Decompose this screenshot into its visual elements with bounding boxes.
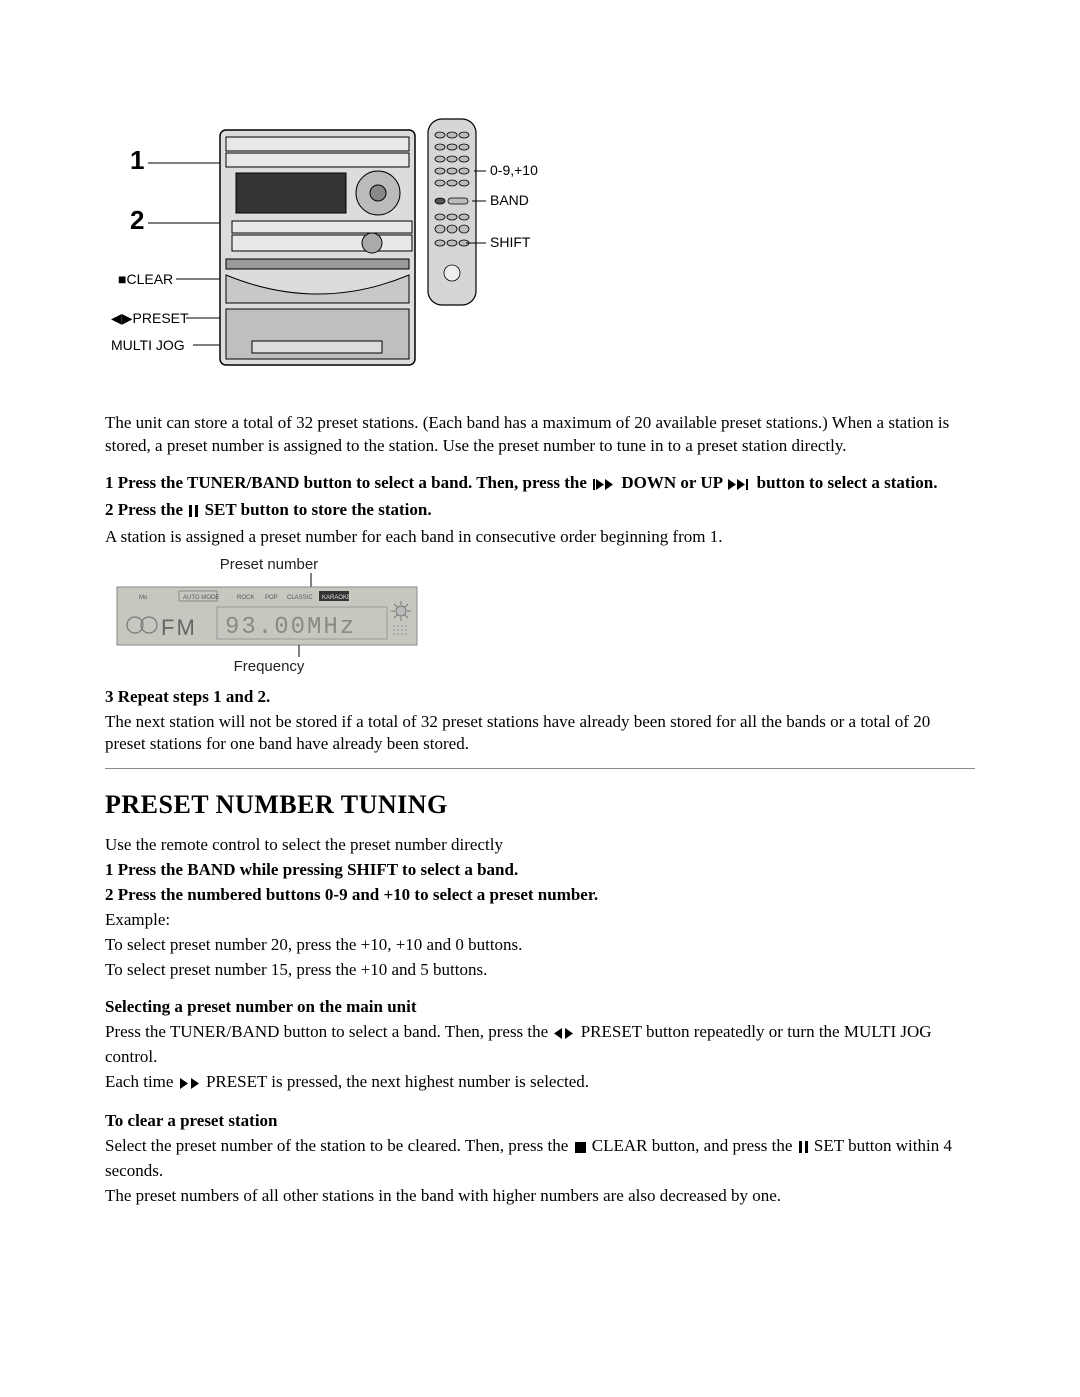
- pause-icon: [189, 501, 198, 524]
- step-3-body: The next station will not be stored if a…: [105, 711, 975, 757]
- clear-line-1: Select the preset number of the station …: [105, 1135, 975, 1183]
- left-right-icon: [554, 1023, 574, 1046]
- equipment-diagram: 1 2 ■CLEAR ◀▶PRESET MULTI JOG: [108, 105, 975, 382]
- skip-forward-icon: [728, 474, 750, 497]
- remote-step-1: 1 Press the BAND while pressing SHIFT to…: [105, 859, 975, 882]
- svg-text:AUTO MODE: AUTO MODE: [183, 595, 219, 601]
- main-unit-head: Selecting a preset number on the main un…: [105, 996, 975, 1019]
- lcd-diagram: Preset number Mo AUTO MODE ROCK POP CLAS…: [109, 555, 975, 682]
- svg-text:Frequency: Frequency: [234, 658, 305, 675]
- label-band: BAND: [490, 192, 529, 208]
- step-1: 1 Press the TUNER/BAND button to select …: [105, 472, 975, 497]
- svg-text:KARAOKE: KARAOKE: [322, 595, 351, 601]
- skip-back-icon: [593, 474, 615, 497]
- label-numbers: 0-9,+10: [490, 162, 538, 178]
- section-divider: [105, 768, 975, 769]
- step-2-body: A station is assigned a preset number fo…: [105, 526, 975, 549]
- remote-step-2: 2 Press the numbered buttons 0-9 and +10…: [105, 884, 975, 907]
- label-preset: ◀▶PRESET: [111, 310, 189, 326]
- label-clear: ■CLEAR: [118, 271, 173, 287]
- example-1: To select preset number 20, press the +1…: [105, 934, 975, 957]
- example-label: Example:: [105, 909, 975, 932]
- heading-preset-number-tuning: PRESET NUMBER TUNING: [105, 787, 975, 822]
- callout-2: 2: [130, 205, 144, 235]
- svg-text:ROCK: ROCK: [237, 595, 254, 601]
- main-unit-line-2: Each time PRESET is pressed, the next hi…: [105, 1071, 975, 1096]
- clear-head: To clear a preset station: [105, 1110, 975, 1133]
- example-2: To select preset number 15, press the +1…: [105, 959, 975, 982]
- step-3-head: 3 Repeat steps 1 and 2.: [105, 686, 975, 709]
- remote-intro: Use the remote control to select the pre…: [105, 834, 975, 857]
- stop-icon: [575, 1137, 586, 1160]
- step-2-head: 2 Press the SET button to store the stat…: [105, 499, 975, 524]
- svg-text:Preset number: Preset number: [220, 556, 318, 573]
- svg-text:CLASSIC: CLASSIC: [287, 595, 313, 601]
- main-unit-line-1: Press the TUNER/BAND button to select a …: [105, 1021, 975, 1069]
- svg-text:POP: POP: [265, 595, 278, 601]
- clear-line-2: The preset numbers of all other stations…: [105, 1185, 975, 1208]
- svg-text:FM: FM: [161, 615, 197, 640]
- label-multijog: MULTI JOG: [111, 337, 185, 353]
- left-right-icon: [180, 1073, 200, 1096]
- intro-paragraph: The unit can store a total of 32 preset …: [105, 412, 975, 458]
- svg-text:93.00MHz: 93.00MHz: [225, 614, 356, 641]
- pause-icon: [799, 1137, 808, 1160]
- callout-1: 1: [130, 145, 144, 175]
- label-shift: SHIFT: [490, 234, 531, 250]
- svg-text:Mo: Mo: [139, 595, 148, 601]
